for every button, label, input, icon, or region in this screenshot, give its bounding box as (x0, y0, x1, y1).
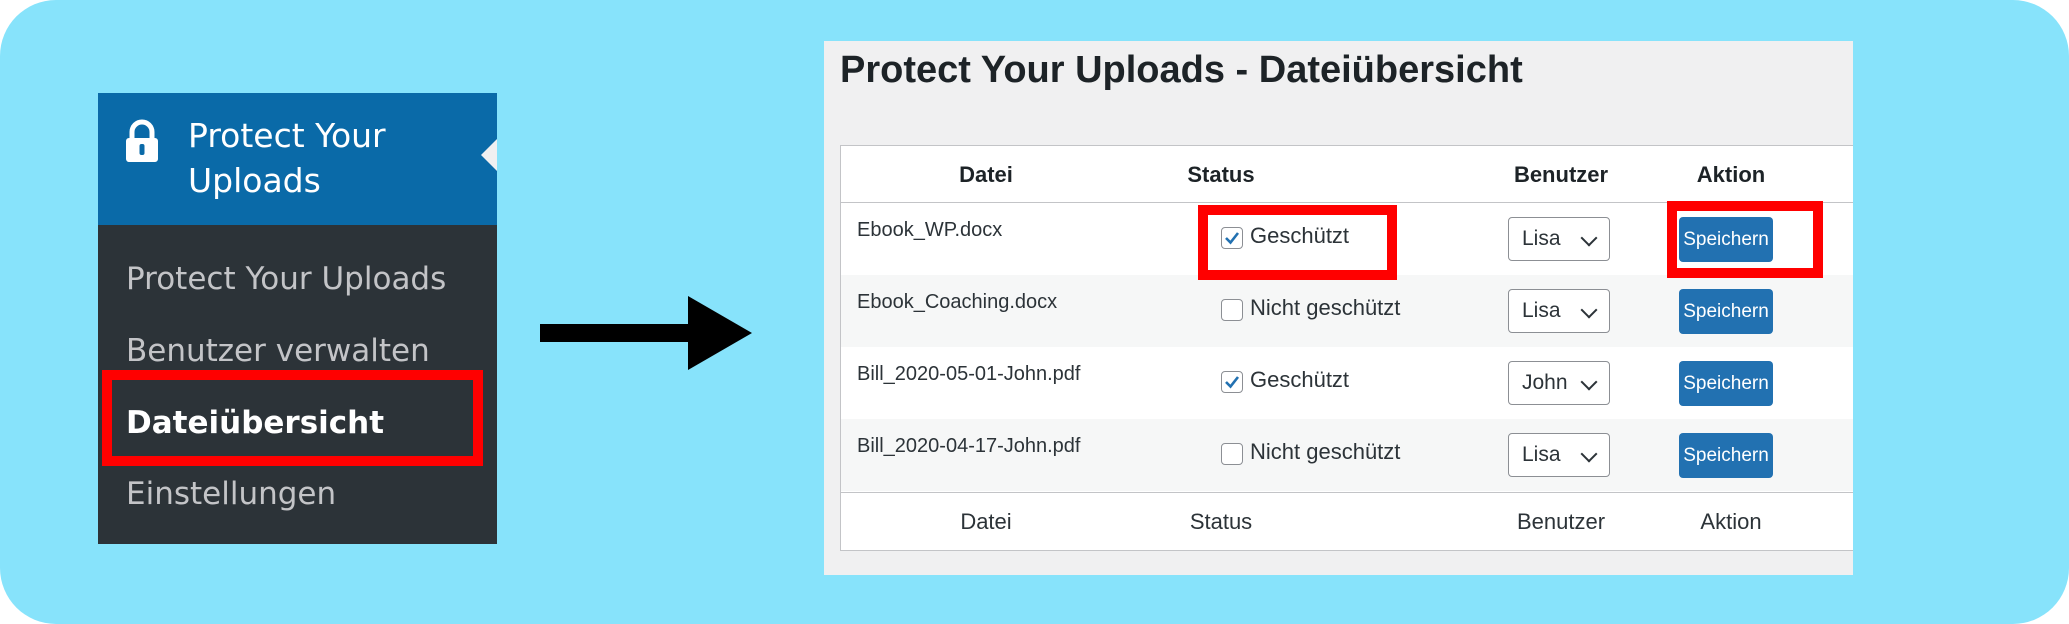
save-button[interactable]: Speichern (1679, 433, 1773, 478)
file-overview-panel: Protect Your Uploads - Dateiübersicht Da… (824, 41, 1853, 575)
checkmark-icon (1225, 376, 1240, 389)
chevron-down-icon (1580, 229, 1598, 247)
footer-divider (841, 492, 1853, 493)
menu-title-line-2: Uploads (188, 161, 321, 200)
save-button[interactable]: Speichern (1679, 289, 1773, 334)
user-select[interactable]: Lisa (1508, 433, 1610, 477)
save-button[interactable]: Speichern (1679, 361, 1773, 406)
submenu-benutzer-verwalten[interactable]: Benutzer verwalten (126, 333, 430, 369)
highlight-box-status (1198, 205, 1397, 280)
file-name: Ebook_Coaching.docx (857, 291, 1058, 313)
column-header-benutzer[interactable]: Benutzer (1501, 162, 1621, 188)
user-select[interactable]: Lisa (1508, 217, 1610, 261)
status-checkbox[interactable] (1221, 443, 1243, 465)
user-select[interactable]: Lisa (1508, 289, 1610, 333)
menu-title-line-1: Protect Your (188, 116, 386, 155)
column-footer-status[interactable]: Status (1171, 509, 1271, 535)
user-select-value: John (1522, 371, 1568, 394)
column-header-status[interactable]: Status (1171, 162, 1271, 188)
highlight-box-menu (102, 370, 483, 466)
highlight-box-save (1667, 201, 1823, 278)
submenu-protect-your-uploads[interactable]: Protect Your Uploads (126, 261, 446, 297)
submenu-einstellungen[interactable]: Einstellungen (126, 476, 336, 512)
column-footer-datei[interactable]: Datei (941, 509, 1031, 535)
menu-title: Protect Your Uploads (188, 113, 478, 203)
status-label: Nicht geschützt (1250, 295, 1401, 320)
column-header-datei[interactable]: Datei (941, 162, 1031, 188)
chevron-down-icon (1580, 445, 1598, 463)
admin-menu: Protect Your Uploads Protect Your Upload… (98, 93, 497, 544)
status-checkbox[interactable] (1221, 371, 1243, 393)
status-label: Nicht geschützt (1250, 439, 1401, 464)
user-select-value: Lisa (1522, 443, 1561, 466)
chevron-down-icon (1580, 373, 1598, 391)
file-name: Bill_2020-04-17-John.pdf (857, 435, 1081, 457)
column-footer-benutzer[interactable]: Benutzer (1501, 509, 1621, 535)
user-select-value: Lisa (1522, 299, 1561, 322)
file-name: Bill_2020-05-01-John.pdf (857, 363, 1081, 385)
table-row: Bill_2020-04-17-John.pdf Nicht geschützt… (841, 419, 1853, 491)
chevron-down-icon (1580, 301, 1598, 319)
menu-item-protect-your-uploads[interactable]: Protect Your Uploads (98, 93, 497, 225)
column-header-aktion[interactable]: Aktion (1681, 162, 1781, 188)
status-label: Geschützt (1250, 367, 1350, 392)
current-menu-notch (481, 139, 497, 171)
user-select[interactable]: John (1508, 361, 1610, 405)
file-name: Ebook_WP.docx (857, 219, 1003, 241)
lock-icon (126, 119, 158, 162)
status-checkbox[interactable] (1221, 299, 1243, 321)
column-footer-aktion[interactable]: Aktion (1681, 509, 1781, 535)
user-select-value: Lisa (1522, 227, 1561, 250)
table-row: Ebook_Coaching.docx Nicht geschützt Lisa… (841, 275, 1853, 347)
page-title: Protect Your Uploads - Dateiübersicht (840, 49, 1523, 91)
table-row: Bill_2020-05-01-John.pdf Geschützt John … (841, 347, 1853, 419)
background-canvas: Protect Your Uploads Protect Your Upload… (0, 0, 2069, 624)
